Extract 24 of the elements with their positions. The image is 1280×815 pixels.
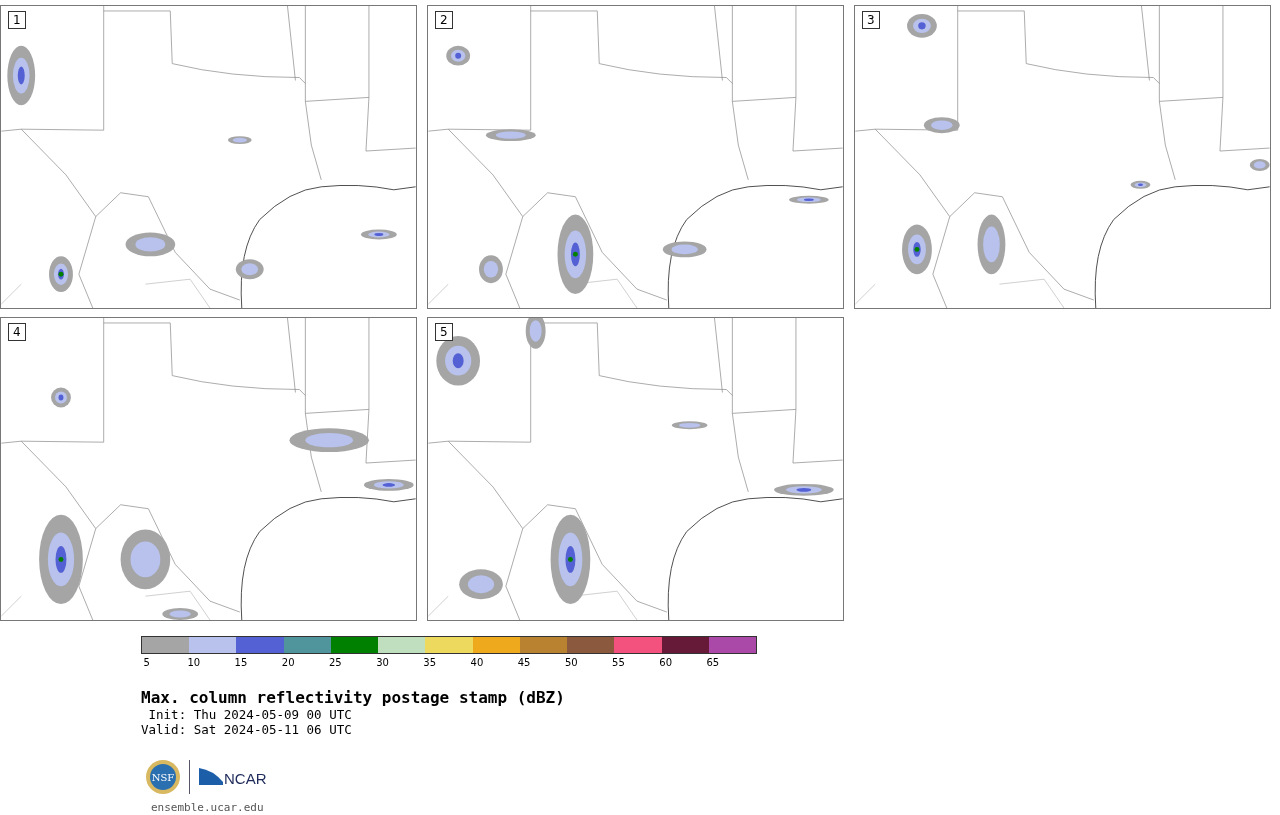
- tick-label: 20: [280, 656, 296, 670]
- tick-label: 5: [142, 656, 151, 670]
- tick-label: 30: [375, 656, 390, 670]
- tick-label: 65: [705, 656, 721, 670]
- panel-number: 4: [8, 323, 26, 341]
- valid-time: Valid: Sat 2024-05-11 06 UTC: [141, 722, 353, 737]
- tick-label: 35: [422, 656, 438, 670]
- panel-number: 1: [8, 11, 26, 29]
- website-url: ensemble.ucar.edu: [151, 801, 265, 814]
- panel-number: 5: [435, 323, 453, 341]
- init-time: Init: Thu 2024-05-09 00 UTC: [147, 707, 353, 722]
- ncar-logo: NCAR: [198, 765, 272, 789]
- tick-label: 45: [516, 656, 532, 670]
- panel-number: 2: [435, 11, 453, 29]
- tick-label: 15: [233, 656, 249, 670]
- tick-label: 55: [611, 656, 626, 670]
- chart-title: Max. column reflectivity postage stamp (dBZ): [141, 688, 566, 707]
- nsf-logo: NSF: [145, 759, 181, 795]
- tick-label: 60: [658, 656, 673, 670]
- panel-number: 3: [862, 11, 880, 29]
- tick-label: 50: [563, 656, 579, 670]
- tick-label: 25: [327, 656, 343, 670]
- tick-label: 40: [469, 656, 485, 670]
- tick-label: 10: [186, 656, 202, 670]
